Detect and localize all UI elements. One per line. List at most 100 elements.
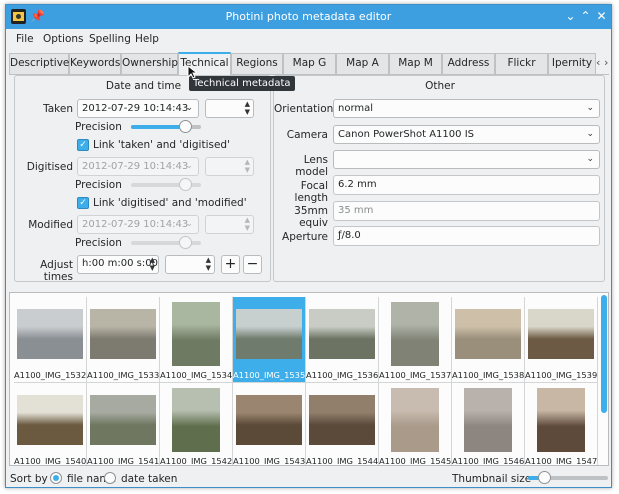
focal-length-field[interactable]: 6.2 mm	[333, 175, 600, 195]
thumbnail-caption: A1100_IMG_1532	[14, 370, 87, 380]
taken-timezone-spin[interactable]: ▲ ▼	[205, 99, 254, 118]
title-bar[interactable]: 📌 Photini photo metadata editor ⌄ ⌃ ✕	[6, 5, 611, 29]
thumbnail-caption: A1100_IMG_1536	[306, 370, 379, 380]
sort-file-name-radio[interactable]	[50, 472, 62, 484]
adjust-tz-spin[interactable]: ▲ ▼	[165, 255, 215, 274]
lens-model-select[interactable]: ⌄	[333, 150, 600, 169]
thumbnail-image	[236, 395, 302, 445]
thumbnail-image	[309, 309, 375, 359]
thumbnail-item[interactable]: A1100_IMG_1539	[525, 297, 598, 383]
orientation-label: Orientation	[274, 103, 334, 115]
thumbnail-item[interactable]: A1100_IMG_1547	[525, 383, 598, 466]
thumbnail-item[interactable]: A1100_IMG_1545	[379, 383, 452, 465]
subtract-offset-button[interactable]: −	[243, 255, 262, 274]
thumbnail-caption: A1100_IMG_1547	[525, 456, 598, 466]
digitised-label: Digitised	[26, 161, 73, 173]
digitised-precision-label: Precision	[75, 179, 122, 191]
thumbnail-scrollbar[interactable]	[599, 293, 608, 465]
aperture-field[interactable]: ƒ/8.0	[333, 226, 600, 246]
orientation-value: normal	[338, 103, 374, 114]
tab-scroll-left-icon[interactable]: ‹	[596, 56, 600, 69]
digitised-timezone-spin: ▲ ▼	[205, 157, 254, 176]
digitised-datetime: 2012-07-29 10:14:43 ⌄	[77, 157, 199, 176]
close-icon[interactable]: ✕	[594, 9, 609, 24]
spin-arrows-icon[interactable]: ▲ ▼	[206, 256, 211, 272]
thumbnail-item[interactable]: A1100_IMG_1536	[306, 297, 379, 383]
adjust-times-spin[interactable]: h:00 m:00 s:00 ▲ ▼	[77, 255, 159, 274]
modified-label: Modified	[28, 219, 73, 231]
tab-address[interactable]: Address	[442, 53, 495, 74]
technical-tooltip: Technical metadata	[189, 76, 295, 91]
thumbnail-caption: A1100_IMG_1541	[87, 456, 160, 466]
thumbnail-item[interactable]: A1100_IMG_1546	[452, 383, 525, 465]
thumbnail-image	[17, 395, 83, 445]
menu-options[interactable]: Options	[43, 33, 84, 45]
taken-precision-slider[interactable]	[131, 120, 201, 134]
tab-map-a[interactable]: Map A	[336, 53, 389, 74]
tab-scroll-right-icon[interactable]: ›	[604, 56, 608, 69]
taken-precision-label: Precision	[75, 121, 122, 133]
camera-label: Camera	[286, 129, 328, 141]
tab-flickr[interactable]: Flickr	[495, 53, 548, 74]
chevron-down-icon: ⌄	[185, 219, 193, 229]
equiv-35mm-field[interactable]: 35 mm	[333, 201, 600, 221]
tab-descriptive[interactable]: Descriptive	[9, 53, 69, 74]
scrollbar-handle[interactable]	[601, 295, 607, 413]
thumbnail-caption: A1100_IMG_1534	[160, 370, 233, 380]
spin-arrows-icon[interactable]: ▲ ▼	[245, 100, 250, 116]
chevron-down-icon: ⌄	[185, 103, 193, 113]
modified-precision-label: Precision	[75, 237, 122, 249]
thumbnail-item[interactable]: A1100_IMG_1542	[160, 383, 233, 465]
thumbnail-item[interactable]: A1100_IMG_1541	[87, 383, 160, 466]
thumbnail-caption: A1100_IMG_1544	[306, 456, 379, 466]
spin-arrows-icon[interactable]: ▲ ▼	[150, 256, 155, 272]
thumbnail-image	[391, 302, 439, 366]
thumbnail-item[interactable]: A1100_IMG_1540	[14, 383, 87, 465]
slider-handle[interactable]	[538, 471, 551, 484]
tab-ipernity[interactable]: Ipernity	[548, 53, 596, 74]
tab-regions[interactable]: Regions	[231, 53, 283, 74]
link-taken-digitised-checkbox[interactable]: ✓	[77, 139, 89, 151]
orientation-select[interactable]: normal ⌄	[333, 99, 600, 118]
thumbnail-item[interactable]: A1100_IMG_1532	[14, 297, 87, 383]
thumbnail-item[interactable]: A1100_IMG_1538	[452, 297, 525, 383]
menu-help[interactable]: Help	[135, 33, 159, 45]
thumbnail-image	[90, 309, 156, 359]
tab-map-g[interactable]: Map G	[283, 53, 336, 74]
taken-datetime[interactable]: 2012-07-29 10:14:43 ⌄	[77, 99, 199, 118]
add-offset-button[interactable]: +	[221, 255, 240, 274]
thumbnail-image	[90, 395, 156, 445]
thumbnail-size-label: Thumbnail size	[452, 473, 532, 485]
sort-date-taken-radio[interactable]	[104, 472, 116, 484]
modified-timezone-spin: ▲ ▼	[205, 215, 254, 234]
maximize-icon[interactable]: ⌃	[578, 9, 593, 24]
thumbnail-item[interactable]: A1100_IMG_1533	[87, 297, 160, 383]
thumbnail-caption: A1100_IMG_1538	[452, 370, 525, 380]
tab-map-m[interactable]: Map M	[389, 53, 442, 74]
thumbnail-size-slider[interactable]	[528, 471, 608, 485]
menu-file[interactable]: File	[16, 33, 34, 45]
thumbnail-item[interactable]: A1100_IMG_1535	[233, 297, 306, 383]
modified-precision-slider	[131, 236, 201, 250]
thumbnail-item[interactable]: A1100_IMG_1543	[233, 383, 306, 465]
thumbnail-caption: A1100_IMG_1535	[233, 368, 306, 382]
link-digitised-modified-label: Link 'digitised' and 'modified'	[93, 197, 247, 209]
thumbnail-grid[interactable]: A1100_IMG_1532 A1100_IMG_1533 A1100_IMG_15…	[9, 292, 609, 466]
camera-select[interactable]: Canon PowerShot A1100 IS ⌄	[333, 125, 600, 144]
thumbnail-item[interactable]: A1100_IMG_1534	[160, 297, 233, 383]
thumbnail-item[interactable]: A1100_IMG_1537	[379, 297, 452, 383]
link-digitised-modified-checkbox[interactable]: ✓	[77, 197, 89, 209]
menu-spelling[interactable]: Spelling	[89, 33, 131, 45]
slider-handle[interactable]	[179, 120, 192, 133]
tab-technical[interactable]: Technical	[178, 52, 231, 75]
minimize-icon[interactable]: ⌄	[563, 9, 578, 24]
focal-length-label: Focal length	[294, 180, 328, 204]
sort-date-taken-label[interactable]: date taken	[121, 473, 177, 485]
tab-keywords[interactable]: Keywords	[69, 53, 121, 74]
aperture-label: Aperture	[282, 231, 328, 243]
tab-ownership[interactable]: Ownership	[121, 53, 178, 74]
thumbnail-item[interactable]: A1100_IMG_1544	[306, 383, 379, 466]
chevron-down-icon: ⌄	[586, 154, 594, 164]
thumbnail-caption: A1100_IMG_1537	[379, 370, 452, 380]
link-taken-digitised-label: Link 'taken' and 'digitised'	[93, 139, 230, 151]
